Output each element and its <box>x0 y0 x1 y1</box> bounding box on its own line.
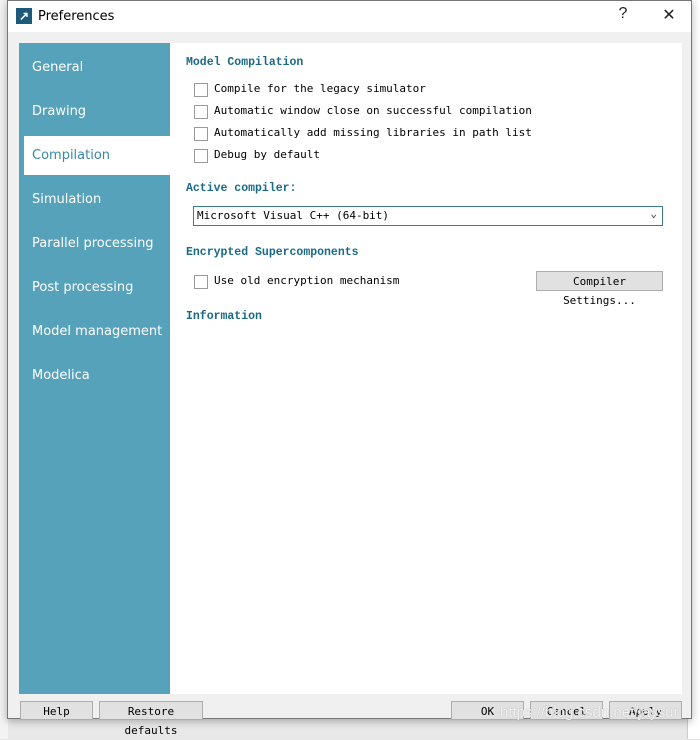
old-encryption-checkbox[interactable] <box>194 275 208 289</box>
sidebar-item-modelica[interactable]: Modelica <box>19 356 170 395</box>
legacy-simulator-checkbox[interactable] <box>194 83 208 97</box>
app-logo-icon: ↗ <box>16 8 32 24</box>
active-compiler-label: Active compiler: <box>186 182 297 195</box>
encrypted-heading: Encrypted Supercomponents <box>186 246 359 259</box>
information-heading: Information <box>186 310 262 323</box>
settings-panel: Model Compilation Compile for the legacy… <box>170 43 682 694</box>
title-bar: ↗ Preferences ? ✕ <box>8 1 691 32</box>
window-title: Preferences <box>38 9 115 24</box>
active-compiler-select[interactable]: Microsoft Visual C++ (64-bit) ⌄ <box>193 206 663 226</box>
model-compilation-heading: Model Compilation <box>186 56 304 69</box>
debug-default-checkbox[interactable] <box>194 149 208 163</box>
watermark: https://blog.csdn.net/jaysur <box>500 704 679 721</box>
help-button[interactable]: Help <box>20 701 93 720</box>
sidebar-item-parallel-processing[interactable]: Parallel processing <box>19 224 170 263</box>
sidebar-item-model-management[interactable]: Model management <box>19 312 170 351</box>
compiler-settings-button[interactable]: Compiler Settings... <box>536 271 663 307</box>
sidebar-item-simulation[interactable]: Simulation <box>19 180 170 219</box>
auto-close-checkbox[interactable] <box>194 105 208 119</box>
sidebar-item-compilation[interactable]: Compilation <box>24 136 170 175</box>
sidebar-item-post-processing[interactable]: Post processing <box>19 268 170 307</box>
active-compiler-value: Microsoft Visual C++ (64-bit) <box>197 209 390 222</box>
sidebar-item-general[interactable]: General <box>19 48 170 87</box>
add-libraries-checkbox[interactable] <box>194 127 208 141</box>
legacy-simulator-label: Compile for the legacy simulator <box>214 82 426 95</box>
chevron-down-icon: ⌄ <box>650 207 657 220</box>
sidebar-item-drawing[interactable]: Drawing <box>19 92 170 131</box>
debug-default-label: Debug by default <box>214 148 320 161</box>
restore-defaults-button[interactable]: Restore defaults <box>99 701 203 737</box>
preferences-dialog: ↗ Preferences ? ✕ General Drawing Compil… <box>7 0 692 737</box>
sidebar: General Drawing Compilation Simulation P… <box>19 43 170 694</box>
help-icon[interactable]: ? <box>608 5 638 23</box>
auto-close-label: Automatic window close on successful com… <box>214 104 532 117</box>
close-icon[interactable]: ✕ <box>654 5 684 25</box>
old-encryption-label: Use old encryption mechanism <box>214 274 400 287</box>
add-libraries-label: Automatically add missing libraries in p… <box>214 126 532 139</box>
